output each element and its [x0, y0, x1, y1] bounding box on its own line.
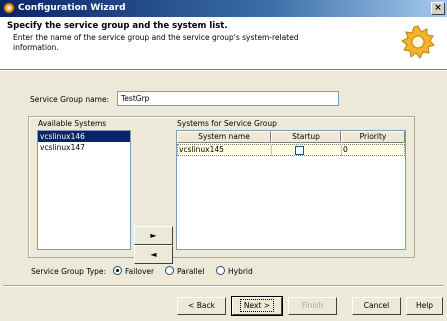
wizard-app-icon [3, 2, 15, 14]
wizard-body: Service Group name: TestGrp Available Sy… [0, 71, 447, 321]
wizard-header: Specify the service group and the system… [0, 17, 447, 70]
startup-checkbox[interactable] [295, 146, 304, 155]
table-row[interactable]: vcslinux145 0 [177, 144, 405, 156]
column-separator [271, 145, 272, 156]
system-name-cell: vcslinux145 [179, 145, 224, 154]
list-item[interactable]: vcslinux147 [38, 142, 130, 153]
column-header-startup[interactable]: Startup [271, 131, 341, 143]
back-button[interactable]: < Back [177, 297, 226, 315]
title-bar: Configuration Wizard × [0, 0, 447, 17]
systems-table[interactable]: System name Startup Priority vcslinux145… [176, 130, 406, 250]
close-button[interactable]: × [431, 2, 445, 15]
next-button[interactable]: Next > [232, 297, 282, 315]
radio-parallel[interactable]: Parallel [165, 266, 204, 276]
radio-label: Hybrid [228, 267, 253, 276]
radio-label: Failover [125, 267, 155, 276]
systems-for-group-label: Systems for Service Group [177, 119, 277, 128]
available-systems-label: Available Systems [38, 119, 107, 128]
radio-failover[interactable]: Failover [113, 266, 154, 276]
cancel-button[interactable]: Cancel [352, 297, 401, 315]
column-header-system-name[interactable]: System name [177, 131, 271, 143]
header-description: Enter the name of the service group and … [13, 33, 299, 52]
window-title: Configuration Wizard [18, 3, 126, 13]
service-group-name-input[interactable]: TestGrp [117, 91, 339, 106]
radio-label: Parallel [177, 267, 205, 276]
header-title: Specify the service group and the system… [7, 21, 228, 31]
gear-icon [401, 25, 435, 59]
remove-system-button[interactable]: ◄ [134, 245, 173, 264]
add-system-button[interactable]: ► [134, 226, 173, 245]
help-button[interactable]: Help [406, 297, 443, 315]
column-header-priority[interactable]: Priority [341, 131, 405, 143]
finish-button[interactable]: Finish [288, 297, 337, 315]
available-systems-list[interactable]: vcslinux146 vcslinux147 [37, 130, 131, 250]
next-button-label: Next > [239, 299, 275, 312]
radio-indicator [113, 266, 122, 275]
radio-indicator [216, 266, 225, 275]
priority-cell[interactable]: 0 [342, 145, 406, 156]
radio-hybrid[interactable]: Hybrid [216, 266, 253, 276]
radio-indicator [165, 266, 174, 275]
bottom-divider [3, 285, 444, 287]
table-header: System name Startup Priority [177, 131, 405, 143]
service-group-type-label: Service Group Type: [31, 267, 107, 276]
service-group-name-label: Service Group name: [30, 95, 110, 104]
list-item[interactable]: vcslinux146 [38, 131, 130, 142]
